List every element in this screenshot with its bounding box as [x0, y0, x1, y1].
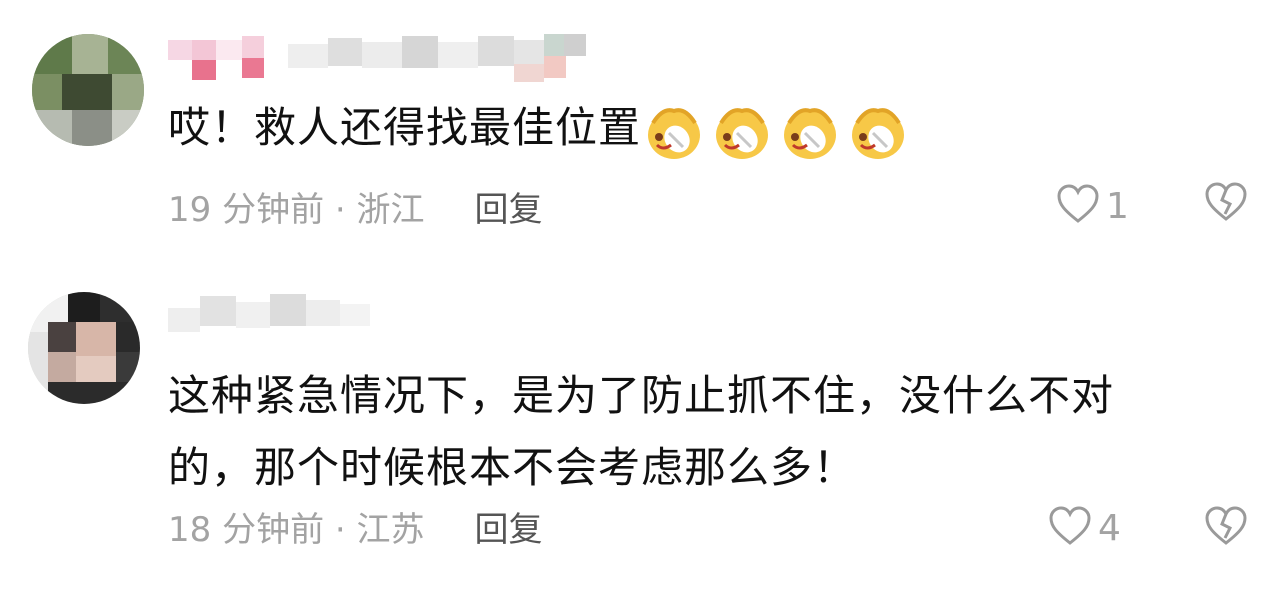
avatar[interactable] [28, 292, 140, 404]
dislike-button[interactable] [1204, 506, 1248, 550]
location: 江苏 [356, 510, 425, 550]
dislike-button[interactable] [1204, 182, 1248, 226]
comment-text-content: 哎！救人还得找最佳位置 [168, 103, 642, 152]
sweat-smile-crying-emoji-icon [849, 105, 907, 161]
comment-text: 这种紧急情况下，是为了防止抓不住，没什么不对 的，那个时候根本不会考虑那么多！ [168, 360, 1114, 504]
comment-item: 这种紧急情况下，是为了防止抓不住，没什么不对 的，那个时候根本不会考虑那么多！ … [0, 260, 1280, 598]
broken-heart-icon [1204, 182, 1248, 226]
username-redacted[interactable] [168, 290, 378, 340]
reply-button[interactable]: 回复 [475, 190, 543, 230]
timestamp: 18 分钟前 [168, 510, 325, 550]
like-count: 4 [1098, 507, 1121, 549]
comment-item: 哎！救人还得找最佳位置 19 分钟前 · 浙江 回复 1 [0, 0, 1280, 260]
heart-outline-icon [1048, 506, 1092, 550]
comment-meta: 19 分钟前 · 浙江 回复 [168, 190, 543, 230]
timestamp: 19 分钟前 [168, 190, 325, 230]
like-button[interactable]: 4 [1048, 506, 1121, 550]
emoji-group [645, 95, 917, 167]
comment-text-line: 这种紧急情况下，是为了防止抓不住，没什么不对 [168, 371, 1115, 420]
sweat-smile-crying-emoji-icon [645, 105, 703, 161]
comment-meta: 18 分钟前 · 江苏 回复 [168, 510, 543, 550]
comment-text-line: 的，那个时候根本不会考虑那么多！ [168, 443, 857, 492]
avatar[interactable] [32, 34, 144, 146]
username-redacted[interactable] [168, 32, 598, 82]
heart-outline-icon [1056, 184, 1100, 228]
sweat-smile-crying-emoji-icon [781, 105, 839, 161]
reply-button[interactable]: 回复 [475, 510, 543, 550]
comment-text: 哎！救人还得找最佳位置 [168, 92, 917, 167]
sweat-smile-crying-emoji-icon [713, 105, 771, 161]
broken-heart-icon [1204, 506, 1248, 550]
like-button[interactable]: 1 [1056, 184, 1129, 228]
location: 浙江 [356, 190, 425, 230]
like-count: 1 [1106, 185, 1129, 227]
